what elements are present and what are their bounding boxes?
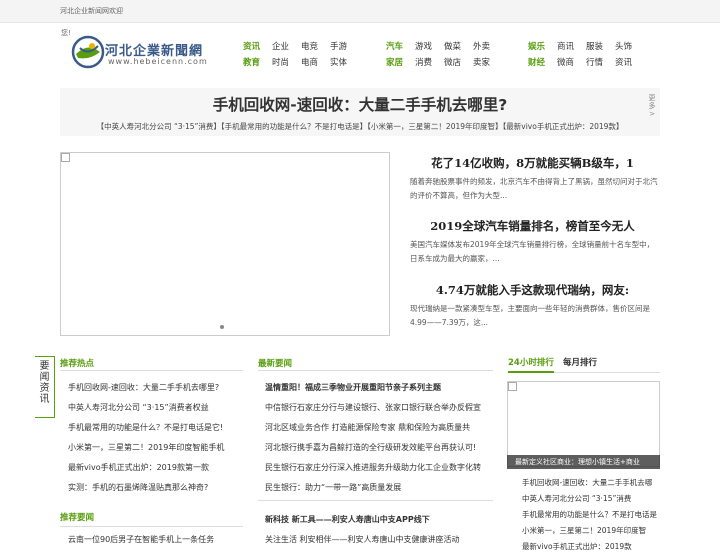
nav-group-zixun: 资讯 企业 电竞 手游 <box>243 40 347 52</box>
nav-item[interactable]: 电竞 <box>301 40 318 52</box>
list-item[interactable]: 河北区域业务合作 打造能源保险专家 鼎和保险为高质量共 <box>265 418 493 438</box>
nav-item[interactable]: 手游 <box>330 40 347 52</box>
list-item[interactable]: 中信银行石家庄分行与建设银行、张家口银行联合举办反假宣 <box>265 398 493 418</box>
nav-item[interactable]: 企业 <box>272 40 289 52</box>
featured-news-title[interactable]: 花了14亿收购，8万就能买辆B级车，1 <box>405 155 660 171</box>
featured-news-title[interactable]: 4.74万就能入手这款现代瑞纳，网友: <box>405 282 660 298</box>
nav-category[interactable]: 财经 <box>528 56 545 68</box>
nav-item[interactable]: 资讯 <box>615 56 632 68</box>
nav-item[interactable]: 微商 <box>557 56 574 68</box>
image-slider[interactable] <box>60 152 390 336</box>
nav-group-caijing: 财经 微商 行情 资讯 <box>528 56 632 68</box>
nav-category[interactable]: 汽车 <box>386 40 403 52</box>
nav-item[interactable]: 消费 <box>415 56 432 68</box>
welcome-text: 河北企业新闻网欢迎 <box>60 7 123 15</box>
list-item[interactable]: 最新vivo手机正式出炉：2019款第一款 <box>68 458 243 478</box>
list-item[interactable]: 中英人寿河北分公司 “3·15”消费 <box>522 491 660 507</box>
featured-news-desc: 美国汽车媒体发布2019年全球汽车销量排行榜，全球销量前十名车型中，日系车成为最… <box>410 240 655 263</box>
tab-monthly[interactable]: 每月排行 <box>563 356 597 368</box>
featured-news-desc: 随着奔驰股票事件的频发，北京汽车不由得背上了黑锅，虽然切问对于北汽的评价不算高，… <box>410 177 658 200</box>
featured-news-title[interactable]: 2019全球汽车销量排名，榜首至今无人 <box>405 218 660 234</box>
tab-24h[interactable]: 24小时排行 <box>508 356 554 373</box>
nav-item[interactable]: 游戏 <box>415 40 432 52</box>
ranking-list: 手机回收网-速回收：大量二手手机去哪 中英人寿河北分公司 “3·15”消费 手机… <box>522 475 660 555</box>
nav-item[interactable]: 商讯 <box>557 40 574 52</box>
list-item[interactable]: 手机回收网-速回收：大量二手手机去哪里? <box>68 378 243 398</box>
nav-item[interactable]: 行情 <box>586 56 603 68</box>
latest-list: 温情重阳！福成三季物业开展重阳节亲子系列主题 中信银行石家庄分行与建设银行、张家… <box>265 378 493 498</box>
headline-links[interactable]: 【中英人寿河北分公司 “3·15”消费】【手机最常用的功能是什么？不是打电话是】… <box>60 121 660 132</box>
nav-category[interactable]: 娱乐 <box>528 40 545 52</box>
broken-image-icon <box>508 382 517 391</box>
recommend-list: 云南一位90后男子在智能手机上一条任务 <box>68 530 243 550</box>
list-item[interactable]: 实测：手机的石墨烯降温贴真那么神奇? <box>68 478 243 498</box>
nav-item[interactable]: 服装 <box>586 40 603 52</box>
latest-list-2: 新科技 新工具——利安人寿唐山中支APP线下 关注生活 利安相伴——利安人寿唐山… <box>265 510 493 550</box>
nav-item[interactable]: 头饰 <box>615 40 632 52</box>
list-item[interactable]: 民生银行石家庄分行深入推进服务升级助力化工企业数字化转 <box>265 458 493 478</box>
logo-url[interactable]: www.hebeicenn.com <box>108 57 208 66</box>
side-tab-news[interactable]: 要闻资讯 <box>35 356 55 418</box>
list-item[interactable]: 温情重阳！福成三季物业开展重阳节亲子系列主题 <box>265 378 493 398</box>
list-item[interactable]: 中英人寿河北分公司 “3·15”消费者权益 <box>68 398 243 418</box>
list-item[interactable]: 云南一位90后男子在智能手机上一条任务 <box>68 530 243 550</box>
nav-item[interactable]: 卖家 <box>473 56 490 68</box>
nav-category[interactable]: 资讯 <box>243 40 260 52</box>
list-item[interactable]: 新科技 新工具——利安人寿唐山中支APP线下 <box>265 510 493 530</box>
main-headline[interactable]: 手机回收网-速回收：大量二手手机去哪里? <box>60 93 660 115</box>
nav-group-jiaju: 家居 消费 微店 卖家 <box>386 56 490 68</box>
section-title-hot: 推荐热点 <box>60 359 95 369</box>
list-item[interactable]: 最新vivo手机正式出炉：2019款 <box>522 539 660 555</box>
list-item[interactable]: 手机最常用的功能是什么？不是打电话是它! <box>68 418 243 438</box>
list-item[interactable]: 小米第一，三星第二！2019年印度智能手机 <box>68 438 243 458</box>
list-item[interactable]: 河北银行携手嘉为昌鲸打造的全行级研发效能平台再获认可! <box>265 438 493 458</box>
hot-list: 手机回收网-速回收：大量二手手机去哪里? 中英人寿河北分公司 “3·15”消费者… <box>68 378 243 498</box>
thumbnail-caption[interactable]: 最新定义社区商业：理想小镇生活+商业 <box>507 455 660 469</box>
list-item[interactable]: 民生银行：助力“一带一路”高质量发展 <box>265 478 493 498</box>
logo-emblem-icon[interactable] <box>70 34 106 70</box>
nav-item[interactable]: 电商 <box>301 56 318 68</box>
nav-group-yule: 娱乐 商讯 服装 头饰 <box>528 40 632 52</box>
nav-item[interactable]: 外卖 <box>473 40 490 52</box>
nav-item[interactable]: 实体 <box>330 56 347 68</box>
section-title-recommend: 推荐要闻 <box>60 513 95 523</box>
section-title-latest: 最新要闻 <box>258 359 293 369</box>
slider-dot[interactable] <box>220 325 224 329</box>
list-item[interactable]: 关注生活 利安相伴——利安人寿唐山中支健康讲座活动 <box>265 530 493 550</box>
nav-item[interactable]: 微店 <box>444 56 461 68</box>
list-item[interactable]: 小米第一，三星第二！2019年印度智 <box>522 523 660 539</box>
section-header <box>258 354 493 371</box>
list-item[interactable]: 手机回收网-速回收：大量二手手机去哪 <box>522 475 660 491</box>
nav-category[interactable]: 家居 <box>386 56 403 68</box>
nav-group-jiaoyu: 教育 时尚 电商 实体 <box>243 56 347 68</box>
nav-category[interactable]: 教育 <box>243 56 260 68</box>
nav-item[interactable]: 时尚 <box>272 56 289 68</box>
list-item[interactable]: 手机最常用的功能是什么？不是打电话是 <box>522 507 660 523</box>
more-link[interactable]: 更多> <box>648 94 656 118</box>
featured-news-desc: 现代瑞纳是一款紧凑型车型，主要面向一些年轻的消费群体，售价区间是4.99——7.… <box>410 304 650 327</box>
nav-group-qiche: 汽车 游戏 做菜 外卖 <box>386 40 490 52</box>
broken-image-icon <box>61 153 70 162</box>
nav-item[interactable]: 做菜 <box>444 40 461 52</box>
